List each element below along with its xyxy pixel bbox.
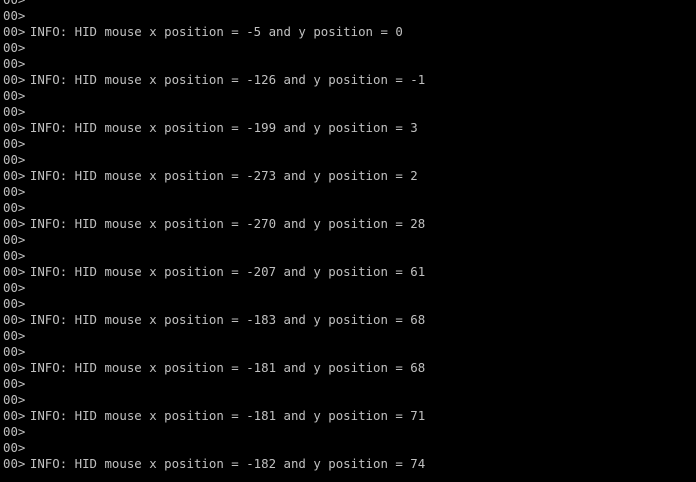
terminal-line: 00> — [3, 280, 696, 296]
terminal-line: 00> — [3, 0, 696, 8]
line-message: INFO: HID mouse x position = -181 and y … — [29, 408, 426, 423]
terminal-line: 00> INFO: HID mouse x position = -270 and… — [3, 216, 696, 232]
line-prompt: 00> — [3, 232, 26, 247]
line-message: INFO: HID mouse x position = -273 and y … — [29, 168, 418, 183]
terminal-line: 00> INFO: HID mouse x position = -199 and… — [3, 120, 696, 136]
terminal-line: 00> — [3, 296, 696, 312]
line-prompt: 00> — [3, 456, 26, 471]
terminal-line: 00> — [3, 472, 696, 474]
terminal-line: 00> INFO: HID mouse x position = -181 and… — [3, 408, 696, 424]
terminal-line: 00> — [3, 104, 696, 120]
terminal-line: 00> — [3, 88, 696, 104]
line-message: INFO: HID mouse x position = -5 and y po… — [29, 24, 403, 39]
terminal-line: 00> — [3, 232, 696, 248]
line-prompt: 00> — [3, 440, 26, 455]
terminal-line: 00> INFO: HID mouse x position = -126 and… — [3, 72, 696, 88]
line-message: INFO: HID mouse x position = -270 and y … — [29, 216, 426, 231]
terminal-line: 00> INFO: HID mouse x position = -181 and… — [3, 360, 696, 376]
line-prompt: 00> — [3, 120, 26, 135]
line-prompt: 00> — [3, 0, 25, 7]
line-message: INFO: HID mouse x position = -207 and y … — [29, 264, 426, 279]
terminal-line: 00> — [3, 376, 696, 392]
terminal-line: 00> INFO: HID mouse x position = -183 and… — [3, 312, 696, 328]
line-prompt: 00> — [3, 408, 26, 423]
line-prompt: 00> — [3, 88, 26, 103]
line-prompt: 00> — [3, 168, 26, 183]
line-prompt: 00> — [3, 424, 26, 439]
line-prompt: 00> — [3, 152, 26, 167]
terminal-line: 00> — [3, 328, 696, 344]
terminal-line: 00> — [3, 8, 696, 24]
terminal-line: 00> INFO: HID mouse x position = -182 and… — [3, 456, 696, 472]
line-prompt: 00> — [3, 344, 26, 359]
line-message: INFO: HID mouse x position = -181 and y … — [29, 360, 426, 375]
line-prompt: 00> — [3, 136, 26, 151]
terminal-line: 00> — [3, 184, 696, 200]
terminal-line: 00> INFO: HID mouse x position = -5 and y… — [3, 24, 696, 40]
terminal-line: 00> — [3, 152, 696, 168]
terminal-line: 00> — [3, 424, 696, 440]
terminal-line: 00> — [3, 136, 696, 152]
line-prompt: 00> — [3, 8, 26, 23]
line-prompt: 00> — [3, 40, 26, 55]
line-prompt: 00> — [3, 216, 26, 231]
terminal-line: 00> INFO: HID mouse x position = -207 and… — [3, 264, 696, 280]
line-prompt: 00> — [3, 56, 26, 71]
line-prompt: 00> — [3, 72, 26, 87]
line-message: INFO: HID mouse x position = -183 and y … — [29, 312, 426, 327]
terminal-line: 00> — [3, 344, 696, 360]
line-prompt: 00> — [3, 472, 25, 474]
terminal-line: 00> — [3, 200, 696, 216]
line-prompt: 00> — [3, 24, 26, 39]
terminal-line: 00> — [3, 248, 696, 264]
line-message: INFO: HID mouse x position = -182 and y … — [29, 456, 426, 471]
terminal-line: 00> INFO: HID mouse x position = -273 and… — [3, 168, 696, 184]
line-prompt: 00> — [3, 296, 26, 311]
line-prompt: 00> — [3, 264, 26, 279]
line-prompt: 00> — [3, 280, 26, 295]
line-prompt: 00> — [3, 104, 26, 119]
terminal-line: 00> — [3, 440, 696, 456]
line-prompt: 00> — [3, 184, 26, 199]
line-prompt: 00> — [3, 328, 26, 343]
terminal-line: 00> — [3, 40, 696, 56]
line-prompt: 00> — [3, 360, 26, 375]
terminal-line: 00> — [3, 392, 696, 408]
line-prompt: 00> — [3, 248, 26, 263]
line-prompt: 00> — [3, 312, 26, 327]
line-prompt: 00> — [3, 200, 26, 215]
line-prompt: 00> — [3, 392, 26, 407]
terminal-line: 00> — [3, 56, 696, 72]
line-message: INFO: HID mouse x position = -126 and y … — [29, 72, 426, 87]
line-prompt: 00> — [3, 376, 26, 391]
terminal-output[interactable]: 00>00>00>INFO: HID mouse x position = -5… — [0, 0, 696, 474]
line-message: INFO: HID mouse x position = -199 and y … — [29, 120, 418, 135]
